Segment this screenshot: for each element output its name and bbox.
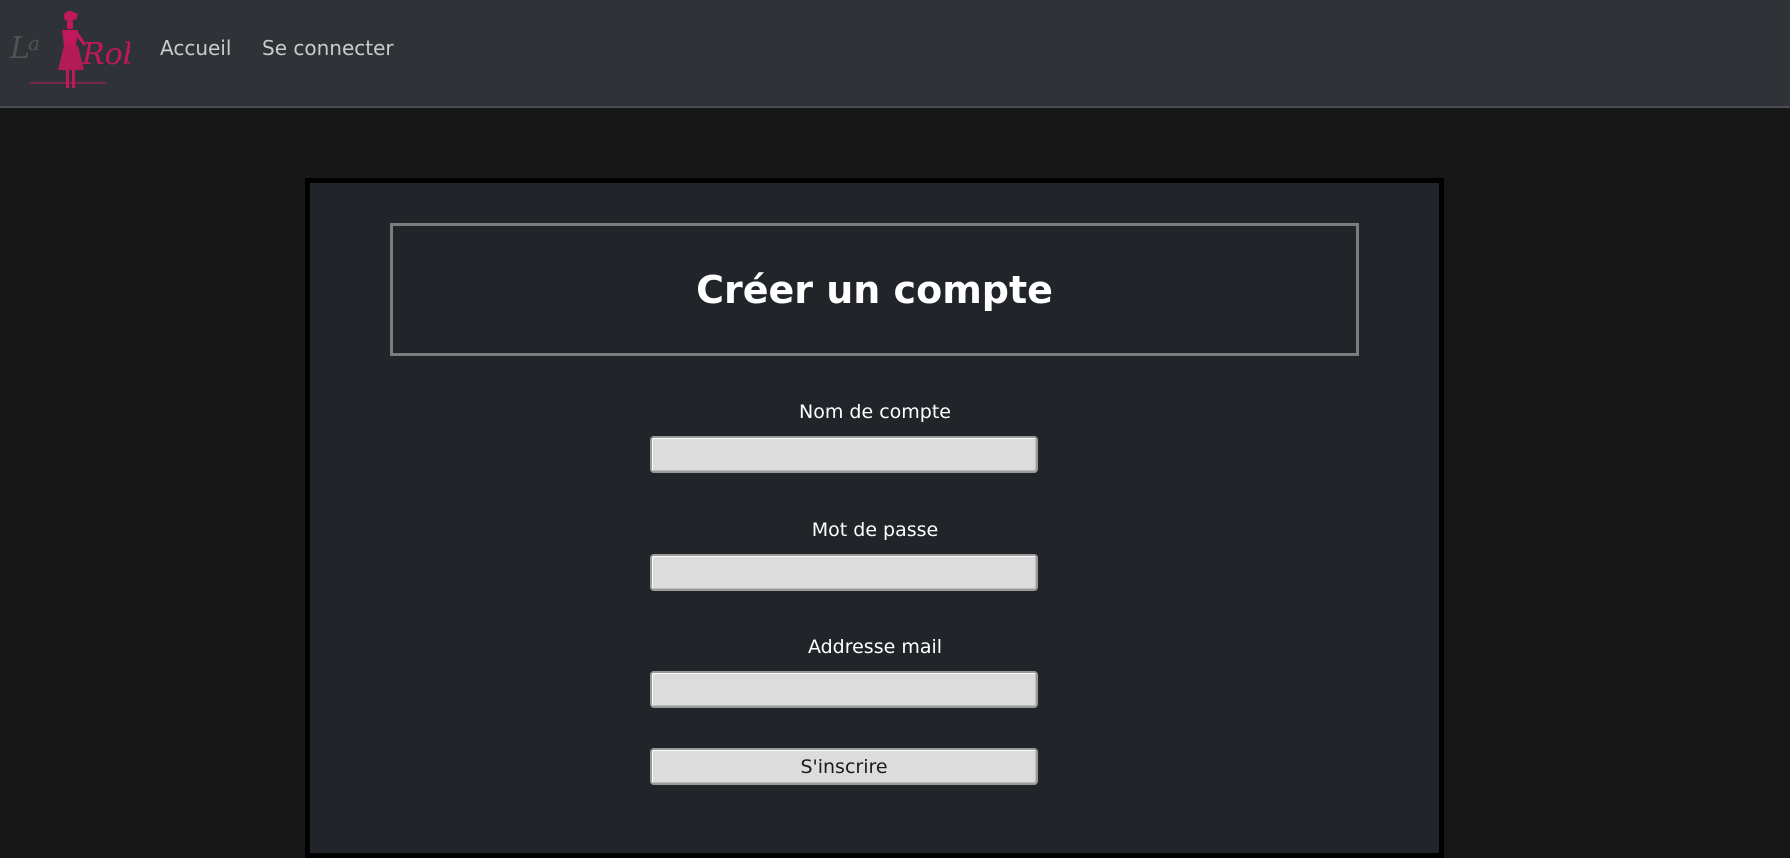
- password-label: Mot de passe: [811, 519, 939, 541]
- password-input[interactable]: [650, 554, 1038, 591]
- nav-link-se-connecter[interactable]: Se connecter: [262, 36, 394, 60]
- account-name-input[interactable]: [650, 436, 1038, 473]
- signup-button[interactable]: S'inscrire: [650, 748, 1038, 785]
- email-label: Addresse mail: [807, 636, 943, 658]
- email-input[interactable]: [650, 671, 1038, 708]
- la-robe-logo-icon: L a Robe: [9, 11, 160, 88]
- nav-link-accueil[interactable]: Accueil: [160, 36, 231, 60]
- account-name-label: Nom de compte: [799, 401, 951, 423]
- svg-text:L: L: [9, 31, 30, 66]
- brand-logo[interactable]: L a Robe: [6, 6, 160, 96]
- svg-text:Robe: Robe: [81, 37, 130, 72]
- svg-text:a: a: [28, 31, 40, 55]
- navbar: L a Robe Accueil Se connecter: [0, 0, 1790, 108]
- form-title-box: Créer un compte: [390, 223, 1359, 356]
- page-title: Créer un compte: [696, 267, 1053, 312]
